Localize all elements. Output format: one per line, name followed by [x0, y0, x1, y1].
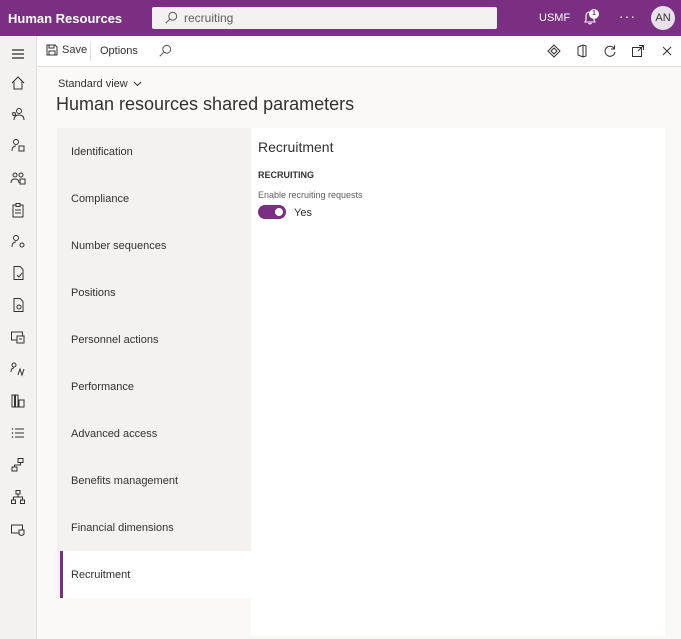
- enable-recruiting-requests-toggle[interactable]: [258, 205, 286, 219]
- list-icon[interactable]: [10, 425, 26, 441]
- navigation-rail: [0, 36, 37, 639]
- find-icon[interactable]: [158, 44, 172, 58]
- nav-item-performance[interactable]: Performance: [60, 363, 251, 410]
- action-bar: Save Options: [37, 36, 681, 67]
- nav-item-number-sequences[interactable]: Number sequences: [60, 222, 251, 269]
- close-icon[interactable]: [660, 44, 674, 58]
- open-new-window-icon[interactable]: [631, 44, 645, 58]
- save-icon: [46, 44, 58, 56]
- divider: [90, 42, 91, 61]
- hamburger-icon[interactable]: [10, 46, 26, 62]
- shield-icon[interactable]: [10, 522, 26, 538]
- view-selector[interactable]: Standard view: [58, 78, 142, 90]
- nav-item-recruitment[interactable]: Recruitment: [60, 551, 251, 598]
- options-button[interactable]: Options: [100, 45, 138, 57]
- save-button[interactable]: Save: [46, 44, 87, 56]
- field-label: Enable recruiting requests: [258, 190, 363, 200]
- group-title: RECRUITING: [258, 170, 314, 180]
- chevron-down-icon: [133, 81, 142, 87]
- more-options-icon[interactable]: ···: [619, 8, 636, 24]
- nav-item-compliance[interactable]: Compliance: [60, 175, 251, 222]
- nav-item-financial-dimensions[interactable]: Financial dimensions: [60, 504, 251, 551]
- recruitment-section: Recruitment RECRUITING Enable recruiting…: [251, 128, 665, 636]
- company-selector[interactable]: USMF: [539, 12, 570, 24]
- avatar[interactable]: AN: [651, 6, 675, 30]
- home-icon[interactable]: [10, 75, 26, 91]
- person-gear-icon[interactable]: [10, 233, 26, 249]
- nav-item-positions[interactable]: Positions: [60, 269, 251, 316]
- section-title: Recruitment: [258, 139, 334, 155]
- parameters-nav: Identification Compliance Number sequenc…: [57, 128, 251, 598]
- save-label: Save: [62, 44, 88, 56]
- library-icon[interactable]: [10, 393, 26, 409]
- diamond-icon[interactable]: [547, 44, 561, 58]
- screen-icon[interactable]: [10, 329, 26, 345]
- refresh-icon[interactable]: [603, 44, 617, 58]
- document-icon[interactable]: [10, 265, 26, 281]
- top-bar: Human Resources USMF 1 ··· AN: [0, 0, 681, 36]
- search-icon: [165, 11, 178, 24]
- app-title[interactable]: Human Resources: [8, 11, 152, 26]
- hierarchy-icon[interactable]: [10, 489, 26, 505]
- toggle-state-text: Yes: [294, 207, 312, 219]
- people-icon[interactable]: [10, 106, 26, 122]
- nav-item-identification[interactable]: Identification: [60, 128, 251, 175]
- page-title: Human resources shared parameters: [56, 94, 355, 114]
- toggle-knob: [275, 208, 283, 216]
- clipboard-icon[interactable]: [10, 202, 26, 218]
- search-box[interactable]: [152, 7, 497, 29]
- office-icon[interactable]: [575, 44, 589, 58]
- view-label: Standard view: [58, 78, 128, 90]
- nav-item-advanced-access[interactable]: Advanced access: [60, 410, 251, 457]
- org-chart-icon[interactable]: [10, 457, 26, 473]
- people-group-icon[interactable]: [10, 170, 26, 186]
- nav-item-benefits-management[interactable]: Benefits management: [60, 457, 251, 504]
- notification-badge: 1: [589, 9, 599, 19]
- people-scale-icon[interactable]: [10, 361, 26, 377]
- document-gear-icon[interactable]: [10, 297, 26, 313]
- nav-item-personnel-actions[interactable]: Personnel actions: [60, 316, 251, 363]
- person-key-icon[interactable]: [10, 137, 26, 153]
- search-input[interactable]: [184, 11, 484, 25]
